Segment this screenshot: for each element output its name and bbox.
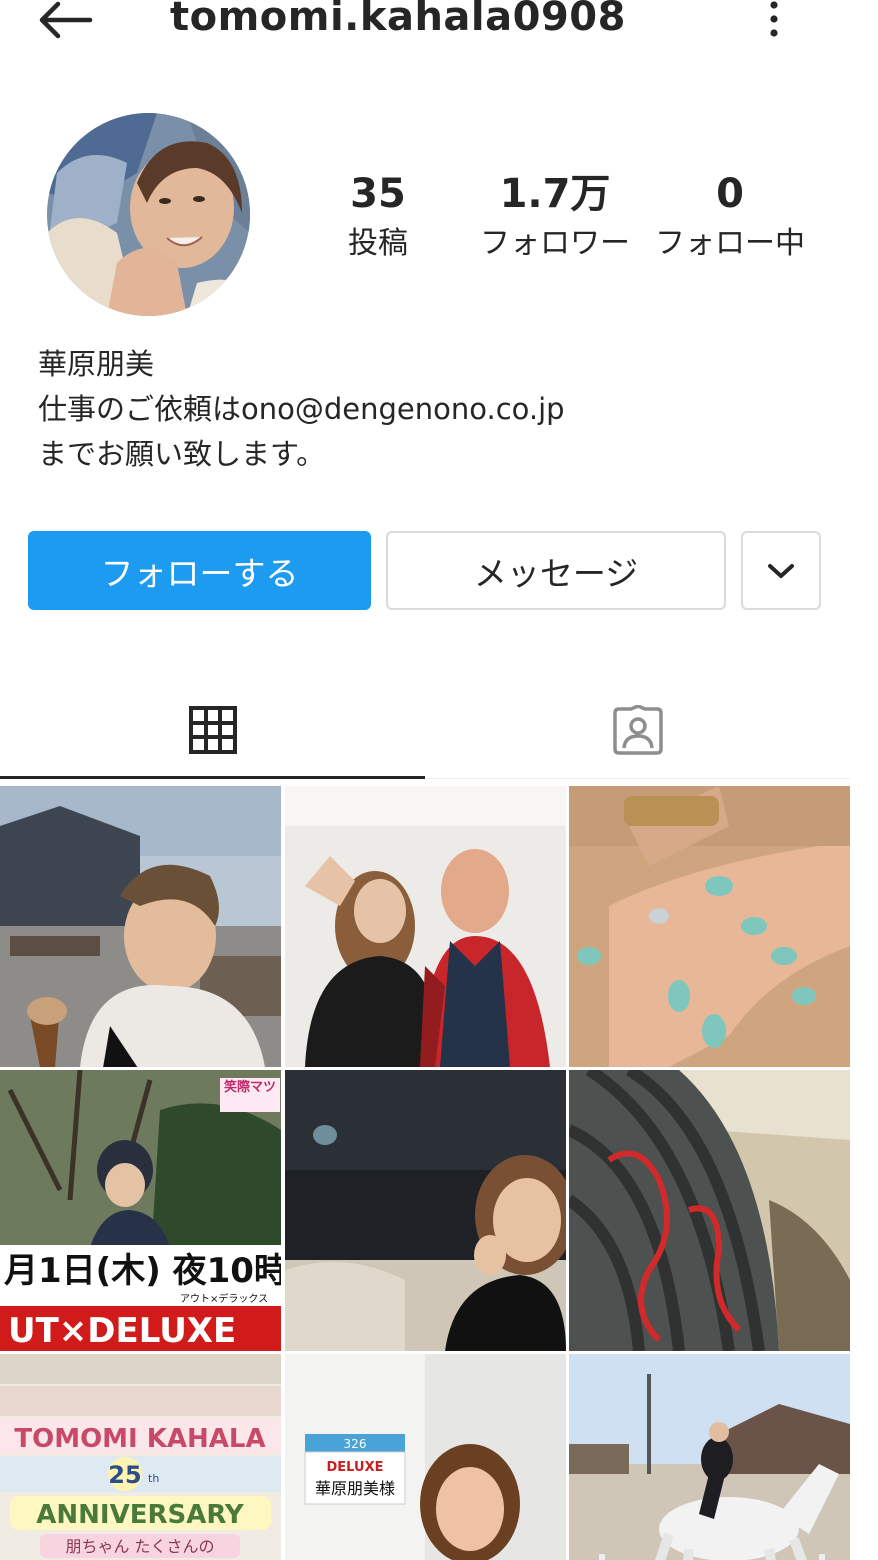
post-nameplate-text: 華原朋美様	[315, 1479, 395, 1498]
post-badge-text: 笑際マツ	[224, 1079, 276, 1095]
arrow-left-icon	[39, 1, 93, 39]
post-subcaption: アウト×デラックス	[180, 1292, 268, 1305]
tagged-person-icon	[612, 705, 663, 755]
profile-display-name: 華原朋美	[38, 347, 155, 381]
post-suffix-text: th	[148, 1472, 159, 1485]
more-options-button[interactable]	[756, 0, 792, 40]
grid-icon	[188, 706, 237, 754]
following-count: 0	[716, 171, 744, 217]
post-bottom-text: 朋ちゃん たくさんの	[65, 1537, 214, 1556]
post-thumbnail[interactable]	[569, 1070, 850, 1351]
post-number-text: 25	[108, 1461, 141, 1489]
profile-bio: 華原朋美 仕事のご依頼はono@dengenono.co.jp までお願い致しま…	[38, 342, 565, 477]
post-thumbnail[interactable]	[0, 786, 281, 1067]
post-thumbnail[interactable]: 笑際マツ 月1日(木) 夜10時 アウト×デラックス UT×DELUXE	[0, 1070, 281, 1351]
profile-tabs	[0, 680, 850, 780]
tab-tagged[interactable]	[425, 680, 850, 780]
post-thumbnail[interactable]: TOMOMI KAHALA 25 th ANNIVERSARY 朋ちゃん たくさ…	[0, 1354, 281, 1560]
suggested-accounts-button[interactable]	[741, 531, 821, 610]
post-thumbnail[interactable]	[569, 786, 850, 1067]
bio-line-1: 仕事のご依頼はono@dengenono.co.jp	[38, 392, 565, 426]
tab-divider	[425, 778, 850, 779]
followers-count: 1.7万	[499, 171, 611, 217]
chevron-down-icon	[768, 563, 794, 578]
tab-posts-grid[interactable]	[0, 680, 425, 780]
bio-line-2: までお願い致します。	[38, 437, 326, 471]
profile-username: tomomi.kahala0908	[170, 0, 626, 40]
posts-stat: 35 投稿	[328, 168, 428, 266]
post-caption: 月1日(木) 夜10時	[4, 1251, 281, 1291]
following-label: フォロー中	[655, 226, 805, 261]
following-stat[interactable]: 0 フォロー中	[648, 168, 812, 266]
post-title-text: TOMOMI KAHALA	[14, 1424, 265, 1454]
follow-button[interactable]: フォローする	[28, 531, 371, 610]
top-bar: tomomi.kahala0908	[0, 0, 878, 60]
posts-label: 投稿	[348, 226, 408, 261]
post-thumbnail[interactable]	[569, 1354, 850, 1560]
followers-label: フォロワー	[480, 226, 630, 261]
post-room-number: 326	[344, 1437, 367, 1451]
post-thumbnail[interactable]: 326 DELUXE 華原朋美様	[285, 1354, 566, 1560]
message-button[interactable]: メッセージ	[386, 531, 726, 610]
more-vertical-icon	[770, 1, 778, 37]
post-logo-text: DELUXE	[327, 1460, 384, 1475]
post-thumbnail[interactable]	[285, 1070, 566, 1351]
active-tab-indicator	[0, 776, 425, 779]
post-logo-text: UT×DELUXE	[8, 1311, 236, 1351]
back-button[interactable]	[34, 0, 98, 40]
posts-count: 35	[350, 171, 406, 217]
followers-stat[interactable]: 1.7万 フォロワー	[470, 168, 640, 266]
post-anniversary-text: ANNIVERSARY	[36, 1500, 245, 1530]
profile-avatar[interactable]	[47, 113, 250, 316]
post-thumbnail[interactable]	[285, 786, 566, 1067]
